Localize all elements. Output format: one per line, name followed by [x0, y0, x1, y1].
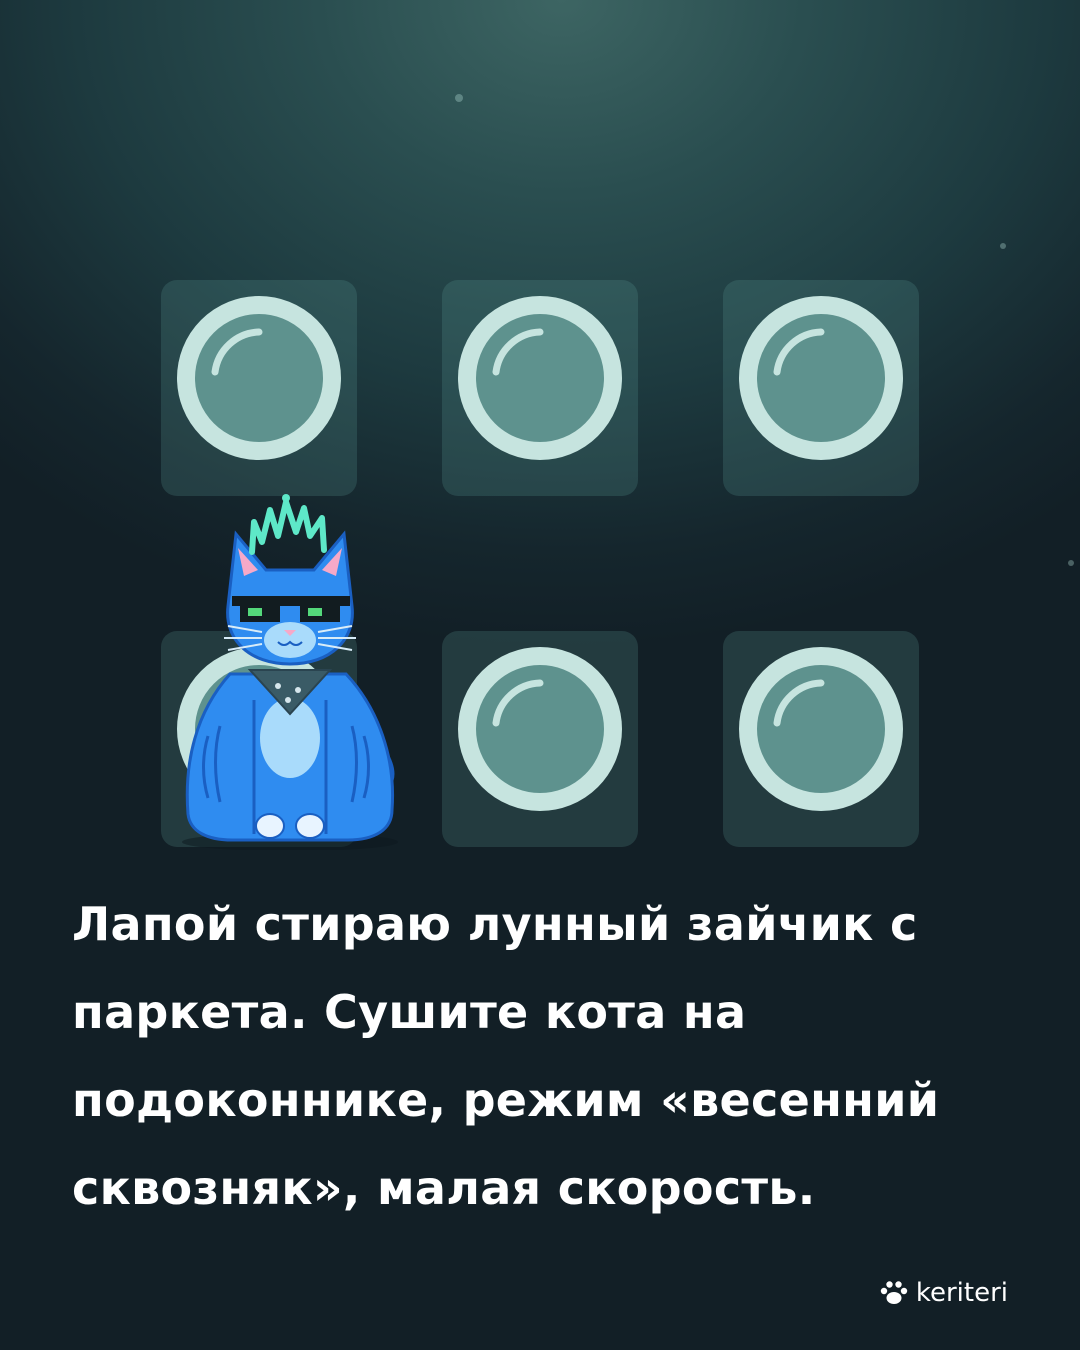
dust-speck: [455, 94, 463, 102]
lunar-ring-icon: [739, 296, 903, 460]
brand-name: keriteri: [915, 1278, 1008, 1308]
lunar-ring-icon: [458, 647, 622, 811]
lunar-ring-icon: [739, 647, 903, 811]
cat-mascot: [182, 494, 398, 850]
lunar-tile[interactable]: [442, 631, 638, 847]
dust-speck: [1068, 560, 1074, 566]
lunar-tile[interactable]: [161, 280, 357, 496]
caption-text: Лапой стираю лунный зайчик с паркета. Су…: [72, 897, 940, 1215]
lunar-ring-icon: [458, 296, 622, 460]
lunar-tile[interactable]: [723, 280, 919, 496]
lunar-ring-icon: [177, 296, 341, 460]
lunar-tile[interactable]: [442, 280, 638, 496]
dust-speck: [1000, 243, 1006, 249]
paw-icon: [880, 1281, 908, 1304]
lunar-tile[interactable]: [723, 631, 919, 847]
brand-logo: keriteri: [880, 1278, 1008, 1308]
